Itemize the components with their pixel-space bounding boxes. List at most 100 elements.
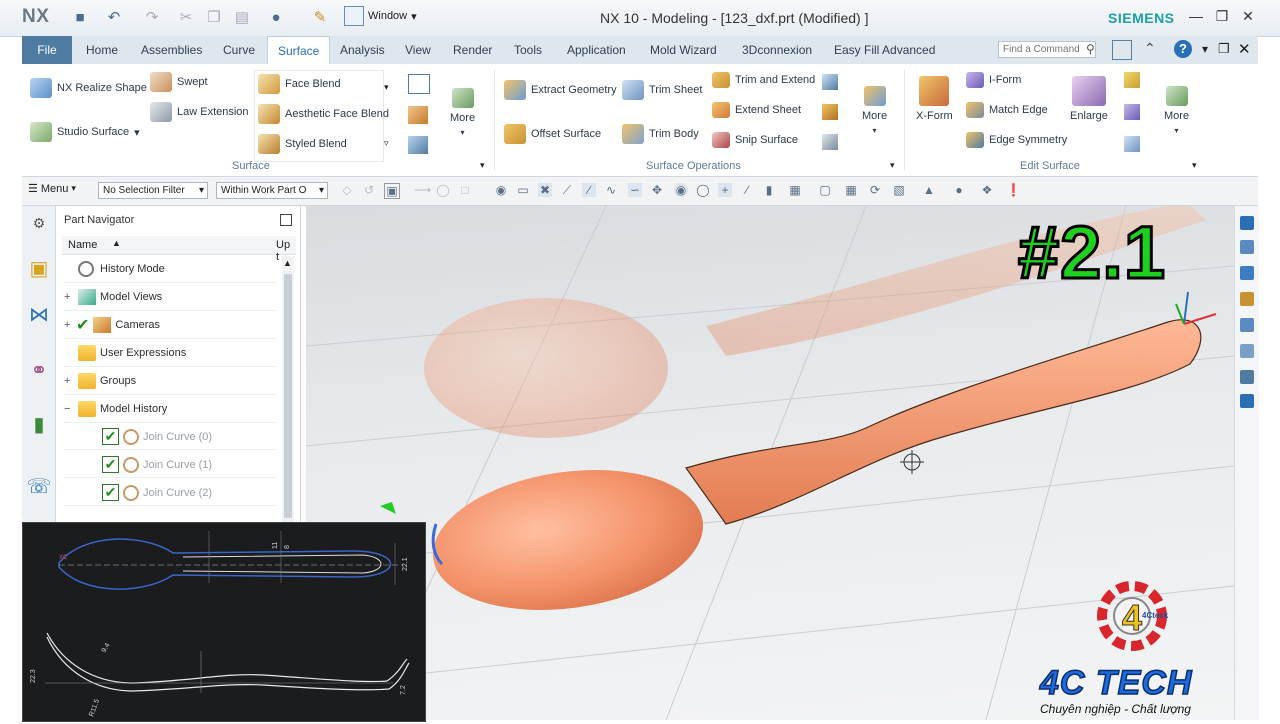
touch-mode-icon[interactable]: ● — [266, 7, 286, 27]
part-navigator-icon[interactable]: ⚭ — [26, 358, 52, 384]
sew-icon[interactable] — [822, 74, 838, 90]
scrollbar-thumb[interactable] — [284, 274, 292, 518]
reset-filter-icon[interactable]: ↺ — [362, 183, 376, 197]
checkbox[interactable]: ✔ — [102, 456, 119, 473]
paste-icon[interactable]: ▤ — [232, 7, 252, 27]
trim-sheet-button[interactable]: Trim Sheet — [622, 80, 702, 100]
web-browser-icon[interactable]: ☏ — [26, 474, 52, 500]
offset-surface-button[interactable]: Offset Surface — [504, 124, 601, 144]
tree-row-cameras[interactable]: + ✔ Cameras — [64, 312, 276, 339]
pin-icon[interactable] — [280, 214, 292, 226]
x-form-button[interactable]: X-Form — [916, 76, 953, 122]
render-style-icon[interactable]: ▲ — [922, 183, 936, 197]
edge-symmetry-button[interactable]: Edge Symmetry — [966, 132, 1067, 148]
studio-surface-button[interactable]: Studio Surface ▾ — [30, 122, 140, 142]
undo-icon[interactable]: ↶ — [104, 7, 124, 27]
tab-analysis[interactable]: Analysis — [340, 36, 385, 64]
change-degree-icon[interactable] — [1124, 104, 1140, 120]
minimize-button[interactable]: — — [1186, 8, 1206, 24]
tab-application[interactable]: Application — [567, 36, 626, 64]
menu-button[interactable]: ☰ Menu ▾ — [28, 182, 76, 196]
fit-icon[interactable]: ▢ — [818, 183, 832, 197]
thicken-icon[interactable] — [822, 104, 838, 120]
tangent-icon[interactable]: ∕ — [740, 183, 754, 197]
law-extension-button[interactable]: Law Extension — [150, 102, 249, 122]
checkmark-icon[interactable]: ✔ — [76, 315, 89, 335]
tab-assemblies[interactable]: Assemblies — [141, 36, 202, 64]
tab-surface[interactable]: Surface — [267, 36, 331, 66]
column-name[interactable]: Name — [68, 239, 97, 251]
edit-surface-more-button[interactable]: More ▾ — [1164, 86, 1189, 135]
checkbox[interactable]: ✔ — [102, 428, 119, 445]
type-filter-select[interactable]: No Selection Filter ▾ — [98, 182, 208, 199]
tree-row-model-history[interactable]: − Model History — [64, 396, 276, 423]
center-point-icon[interactable]: ◉ — [674, 183, 688, 197]
group-expand-icon[interactable]: ▾ — [1192, 160, 1197, 171]
tab-tools[interactable]: Tools — [514, 36, 542, 64]
plus-icon[interactable]: + — [718, 183, 732, 197]
restore-button[interactable]: ❐ — [1212, 8, 1232, 25]
aesthetic-face-blend-button[interactable]: Aesthetic Face Blend — [258, 104, 389, 124]
styled-blend-button[interactable]: Styled Blend — [258, 134, 347, 154]
redo-icon[interactable]: ↷ — [142, 7, 162, 27]
history-icon[interactable] — [1240, 240, 1254, 254]
snip-surface-button[interactable]: Snip Surface — [712, 132, 798, 148]
close-document-icon[interactable]: ✕ — [1238, 40, 1251, 58]
tree-row-user-expressions[interactable]: User Expressions — [64, 340, 276, 367]
i-form-button[interactable]: I-Form — [966, 72, 1021, 88]
match-edge-button[interactable]: Match Edge — [966, 102, 1048, 118]
edit-section-icon[interactable]: ● — [952, 183, 966, 197]
filter-icon[interactable]: ◇ — [340, 183, 354, 197]
tree-row-join-curve-1[interactable]: ✔ Join Curve (1) — [64, 452, 276, 478]
curve-icon[interactable]: ∿ — [604, 183, 618, 197]
camera-view-icon[interactable]: ▦ — [844, 183, 858, 197]
restore-document-icon[interactable]: ❐ — [1218, 41, 1230, 57]
group-expand-icon[interactable]: ▾ — [890, 160, 895, 171]
gallery-scroll-up-icon[interactable]: ▾ — [384, 82, 389, 93]
wcs-icon[interactable]: ❗ — [1006, 183, 1021, 197]
bounded-plane-icon[interactable] — [408, 74, 430, 94]
resource-bar-toggle-icon[interactable] — [1112, 40, 1132, 60]
orient-view-icon[interactable]: ▧ — [892, 183, 906, 197]
line-snap-icon[interactable]: ⟋ — [560, 183, 574, 197]
select-all-icon[interactable]: ▣ — [384, 183, 400, 199]
rectangle-select-icon[interactable]: □ — [458, 183, 472, 197]
endpoint-icon[interactable]: ∕ — [582, 183, 596, 197]
extract-geometry-button[interactable]: Extract Geometry — [504, 80, 617, 100]
tab-mold-wizard[interactable]: Mold Wizard — [650, 36, 717, 64]
sheet-body-icon[interactable]: ▭ — [516, 183, 530, 197]
command-finder-input[interactable] — [998, 41, 1096, 58]
selection-scope-select[interactable]: Within Work Part O ▾ — [216, 182, 328, 199]
tab-view[interactable]: View — [405, 36, 431, 64]
face-blend-button[interactable]: Face Blend — [258, 74, 341, 94]
swept-button[interactable]: Swept — [150, 72, 208, 92]
refit-face-icon[interactable] — [1124, 72, 1140, 88]
roles-icon[interactable] — [1240, 216, 1254, 230]
close-button[interactable]: ✕ — [1238, 8, 1258, 25]
help-icon[interactable]: ? — [1174, 40, 1192, 58]
assembly-navigator-icon[interactable]: ▣ — [26, 256, 52, 282]
window-menu[interactable]: Window ▾ — [344, 6, 417, 26]
enlarge-button[interactable]: Enlarge — [1070, 76, 1108, 122]
tree-row-groups[interactable]: + Groups — [64, 368, 276, 395]
tree-row-join-curve-0[interactable]: ✔ Join Curve (0) — [64, 424, 276, 450]
tab-easy-fill-advanced[interactable]: Easy Fill Advanced — [834, 36, 935, 64]
intersection-icon[interactable]: ✥ — [650, 183, 664, 197]
surface-more-button[interactable]: More ▾ — [450, 88, 475, 137]
lasso-icon[interactable]: ◯ — [436, 183, 450, 197]
manufacturing-wizards-icon[interactable] — [1240, 318, 1254, 332]
extend-sheet-button[interactable]: Extend Sheet — [712, 102, 801, 118]
trim-body-button[interactable]: Trim Body — [622, 124, 699, 144]
navigator-scrollbar[interactable]: ▲ — [282, 256, 294, 522]
spline-icon[interactable]: ∽ — [628, 183, 642, 197]
process-studio-icon[interactable] — [1240, 292, 1254, 306]
fill-surface-icon[interactable] — [408, 106, 428, 124]
constraint-navigator-icon[interactable]: ⋈ — [26, 302, 52, 328]
save-icon[interactable]: ■ — [70, 7, 90, 27]
surface-operations-more-button[interactable]: More ▾ — [862, 86, 887, 135]
system-materials-icon[interactable] — [1240, 266, 1254, 280]
tab-3dconnexion[interactable]: 3Dconnexion — [742, 36, 812, 64]
palette-icon[interactable] — [1240, 344, 1254, 358]
gear-icon[interactable]: ⚙ — [26, 210, 52, 236]
hd3d-tools-icon[interactable] — [1240, 370, 1254, 384]
